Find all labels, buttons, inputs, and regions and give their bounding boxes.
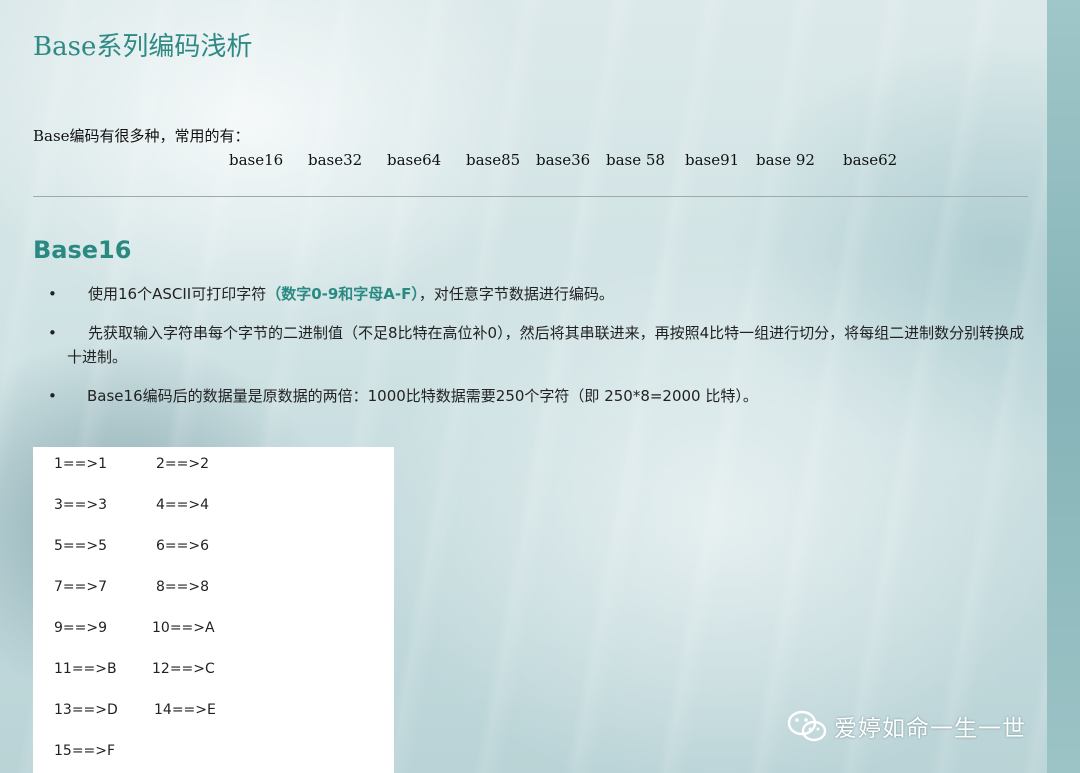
bullet-text: ，对任意字节数据进行编码。 xyxy=(418,285,614,303)
encoding-type: base64 xyxy=(387,151,442,169)
bullet-dot: • xyxy=(48,285,57,303)
encoding-type: base16 xyxy=(229,151,284,169)
watermark-text: 爱婷如命一生一世 xyxy=(834,716,1026,742)
mapping-cell: 15==>F xyxy=(54,743,116,759)
mapping-cell: 13==>D xyxy=(54,702,118,718)
bullet-text: 先获取输入字符串每个字节的二进制值（不足8比特在高位补0），然后将其串联进来，再… xyxy=(67,324,1025,366)
mapping-cell: 8==>8 xyxy=(156,579,210,595)
mapping-cell: 11==>B xyxy=(54,661,117,677)
mapping-cell: 1==>1 xyxy=(54,456,108,472)
encoding-type: base36 xyxy=(536,151,591,169)
bullet-text: Base16编码后的数据量是原数据的两倍：1000比特数据需要250个字符（即 … xyxy=(87,387,758,405)
mapping-cell: 2==>2 xyxy=(156,456,210,472)
encoding-type: base85 xyxy=(466,151,521,169)
section-heading: Base16 xyxy=(33,236,132,264)
mapping-cell: 4==>4 xyxy=(156,497,210,513)
mapping-cell: 5==>5 xyxy=(54,538,108,554)
mapping-cell: 6==>6 xyxy=(156,538,210,554)
bullet-dot: • xyxy=(48,324,57,342)
mapping-cell: 14==>E xyxy=(154,702,216,718)
encoding-type: base 58 xyxy=(606,151,665,169)
list-item: • 使用16个ASCII可打印字符（数字0-9和字母A-F），对任意字节数据进行… xyxy=(48,282,1038,306)
bullet-text: 使用16个ASCII可打印字符 xyxy=(88,285,267,303)
bullet-dot: • xyxy=(48,387,57,405)
mapping-cell: 7==>7 xyxy=(54,579,108,595)
mapping-cell: 3==>3 xyxy=(54,497,108,513)
page-title: Base系列编码浅析 xyxy=(33,32,253,62)
section-divider xyxy=(33,196,1028,197)
list-item: • Base16编码后的数据量是原数据的两倍：1000比特数据需要250个字符（… xyxy=(48,384,1038,408)
list-item: • 先获取输入字符串每个字节的二进制值（不足8比特在高位补0），然后将其串联进来… xyxy=(48,321,1038,369)
encoding-type: base91 xyxy=(685,151,740,169)
wechat-icon xyxy=(787,710,827,742)
mapping-cell: 12==>C xyxy=(152,661,215,677)
encoding-type: base62 xyxy=(843,151,898,169)
right-edge-strip xyxy=(1047,0,1080,773)
watermark: 爱婷如命一生一世 xyxy=(786,706,1026,746)
encoding-type: base32 xyxy=(308,151,363,169)
mapping-cell: 10==>A xyxy=(152,620,215,636)
mapping-cell: 9==>9 xyxy=(54,620,108,636)
encoding-type: base 92 xyxy=(756,151,815,169)
mapping-table: 1==>1 2==>2 3==>3 4==>4 5==>5 6==>6 7==>… xyxy=(33,447,394,773)
bullet-highlight: （数字0-9和字母A-F） xyxy=(266,285,419,303)
intro-text: Base编码有很多种，常用的有： xyxy=(33,127,250,145)
